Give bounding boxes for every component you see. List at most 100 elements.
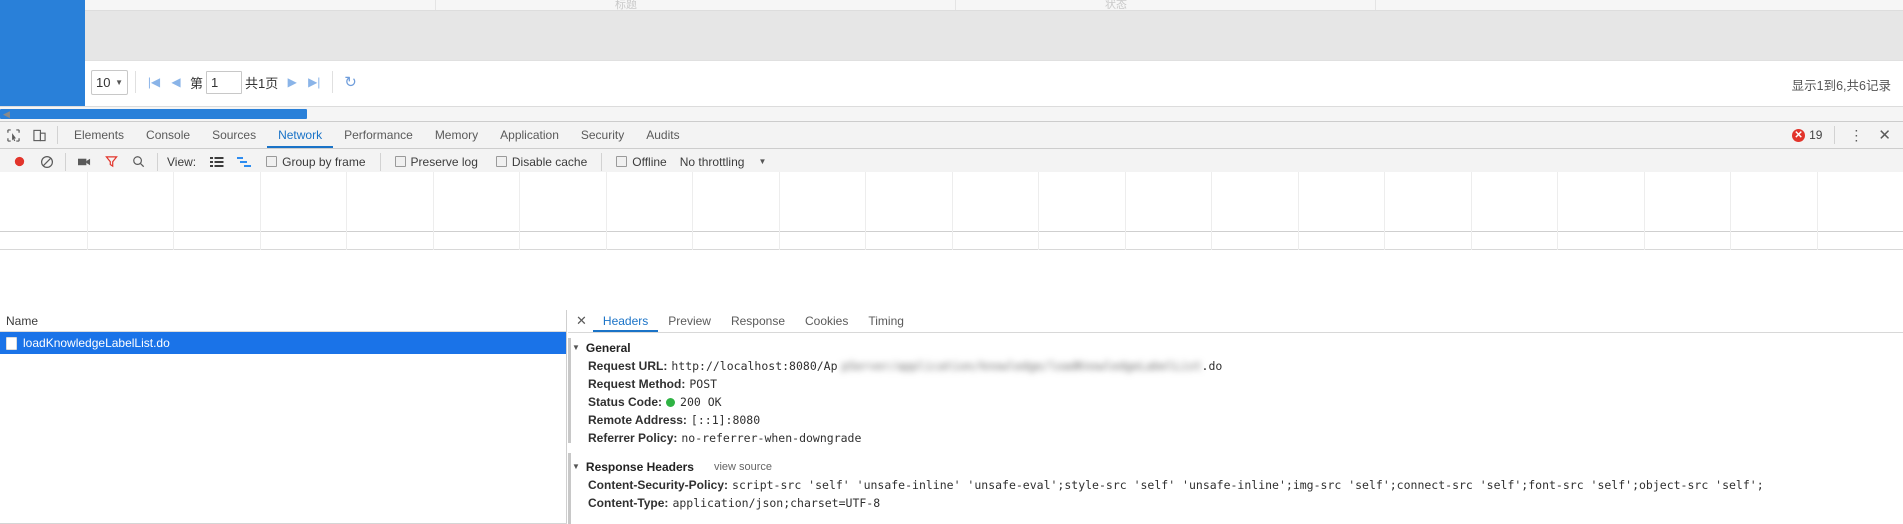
- offline-checkbox[interactable]: Offline: [616, 154, 667, 169]
- header-row-remote-address: Remote Address: [::1]:8080: [568, 411, 1903, 429]
- overview-gridline: [1211, 172, 1212, 232]
- record-icon[interactable]: [6, 151, 33, 173]
- tab-sources[interactable]: Sources: [201, 122, 267, 148]
- error-count-label: 19: [1809, 128, 1823, 142]
- device-toolbar-icon[interactable]: [26, 123, 52, 147]
- scrollbar-thumb[interactable]: [0, 109, 307, 119]
- tab-console[interactable]: Console: [135, 122, 201, 148]
- inspect-element-icon[interactable]: [0, 123, 26, 147]
- overview-gridline: [173, 172, 174, 232]
- overview-gridline: [1816, 172, 1818, 232]
- app-sidebar[interactable]: [0, 0, 85, 106]
- detail-tab-cookies[interactable]: Cookies: [795, 310, 858, 332]
- disable-cache-checkbox[interactable]: Disable cache: [495, 155, 587, 169]
- view-source-link[interactable]: view source: [714, 461, 772, 473]
- network-panes: Name loadKnowledgeLabelList.do ✕ Headers…: [0, 310, 1903, 524]
- overview-gridline: [346, 172, 347, 232]
- devtools-tab-list: Elements Console Sources Network Performance…: [63, 122, 691, 148]
- checkbox-icon: [616, 156, 628, 167]
- header-key: Referrer Policy:: [588, 431, 678, 445]
- header-row-content-security-policy: Content-Security-Policy: script-src 'sel…: [568, 476, 1903, 494]
- overview-gridline: [865, 172, 866, 232]
- overview-gridline: [1557, 172, 1558, 232]
- search-icon[interactable]: [125, 151, 152, 173]
- overview-grid[interactable]: [0, 172, 1903, 232]
- tab-application[interactable]: Application: [489, 122, 570, 148]
- detail-tab-timing[interactable]: Timing: [858, 310, 914, 332]
- header-value: script-src 'self' 'unsafe-inline' 'unsaf…: [732, 478, 1764, 492]
- first-page-button[interactable]: |◀: [143, 70, 165, 94]
- next-page-button[interactable]: ▶: [281, 70, 303, 94]
- tab-memory[interactable]: Memory: [424, 122, 489, 148]
- overview-gridline: [605, 172, 607, 232]
- headers-content: ▼ General Request URL: http://localhost:…: [568, 333, 1903, 524]
- tab-label: Memory: [434, 128, 479, 142]
- triangle-down-icon: ▼: [572, 343, 580, 352]
- error-count-badge[interactable]: ✕ 19: [1787, 128, 1827, 142]
- tab-security[interactable]: Security: [570, 122, 635, 148]
- page-prefix-label: 第: [190, 75, 204, 91]
- header-value: no-referrer-when-downgrade: [681, 431, 862, 445]
- chevron-down-icon[interactable]: ▼: [758, 157, 766, 166]
- general-section-header[interactable]: ▼ General: [568, 338, 1903, 357]
- record-count-label: 显示1到6,共6记录: [1791, 79, 1891, 93]
- throttling-select[interactable]: No throttling: [680, 155, 745, 169]
- page-total-label: 共1页: [245, 75, 279, 91]
- tab-label: Performance: [344, 128, 413, 142]
- divider: [435, 0, 436, 10]
- header-value-prefix: http://localhost:8080/Ap: [671, 359, 838, 373]
- header-value: [::1]:8080: [690, 413, 761, 427]
- clear-icon[interactable]: [33, 151, 60, 173]
- header-row-request-method: Request Method: POST: [568, 375, 1903, 393]
- overview-gridline: [778, 172, 780, 232]
- chevron-down-icon: ▼: [115, 77, 123, 87]
- offline-label: Offline: [632, 154, 667, 169]
- group-by-frame-label: Group by frame: [282, 154, 366, 169]
- tab-elements[interactable]: Elements: [63, 122, 135, 148]
- view-label: View:: [167, 154, 197, 169]
- refresh-icon[interactable]: ↻: [340, 73, 361, 91]
- overview-gridline: [519, 172, 520, 232]
- tab-label: Elements: [74, 128, 125, 142]
- overview-gridline: [86, 172, 88, 232]
- checkbox-icon: [394, 156, 406, 167]
- header-key: Remote Address:: [588, 413, 687, 427]
- horizontal-scrollbar[interactable]: ◀: [0, 106, 1903, 122]
- response-headers-section-header[interactable]: ▼ Response Headers view source: [568, 457, 1903, 476]
- overview-gridline: [1297, 172, 1299, 232]
- waterfall-view-icon[interactable]: [230, 151, 257, 173]
- group-by-frame-checkbox[interactable]: Group by frame: [266, 154, 366, 169]
- preserve-log-label: Preserve log: [410, 154, 478, 169]
- funnel-icon[interactable]: [98, 151, 125, 173]
- scroll-left-icon[interactable]: ◀: [3, 109, 10, 119]
- header-row-content-type: Content-Type: application/json;charset=U…: [568, 494, 1903, 512]
- request-list-pane: Name loadKnowledgeLabelList.do: [0, 310, 567, 524]
- divider: [57, 126, 58, 144]
- status-ok-icon: [666, 397, 676, 407]
- page-size-select[interactable]: 10 ▼: [91, 69, 128, 95]
- detail-tab-headers[interactable]: Headers: [593, 310, 658, 332]
- more-options-icon[interactable]: ⋮: [1842, 128, 1870, 142]
- request-row[interactable]: loadKnowledgeLabelList.do: [0, 332, 566, 354]
- last-page-button[interactable]: ▶|: [303, 70, 325, 94]
- devtools-tabbar: Elements Console Sources Network Performance…: [0, 122, 1903, 149]
- tab-performance[interactable]: Performance: [333, 122, 424, 148]
- request-list-header[interactable]: Name: [0, 310, 566, 332]
- header-value-redacted: pServer/application/knowledge/loadKnowle…: [841, 359, 1202, 373]
- page-number-input[interactable]: [206, 70, 243, 94]
- header-value: 200 OK: [680, 395, 722, 409]
- checkbox-icon: [266, 156, 278, 167]
- list-view-icon[interactable]: [203, 151, 230, 173]
- close-detail-icon[interactable]: ✕: [574, 313, 593, 329]
- detail-tab-response[interactable]: Response: [721, 310, 795, 332]
- scrollbar-track[interactable]: ◀: [0, 107, 1903, 122]
- tab-network[interactable]: Network: [267, 122, 333, 148]
- detail-tab-preview[interactable]: Preview: [658, 310, 721, 332]
- divider: [65, 152, 66, 171]
- prev-page-button[interactable]: ◀: [165, 70, 187, 94]
- close-devtools-icon[interactable]: ✕: [1872, 126, 1897, 144]
- preserve-log-checkbox[interactable]: Preserve log: [394, 154, 478, 169]
- tab-audits[interactable]: Audits: [635, 122, 690, 148]
- camera-icon[interactable]: [71, 151, 98, 173]
- divider: [332, 71, 334, 93]
